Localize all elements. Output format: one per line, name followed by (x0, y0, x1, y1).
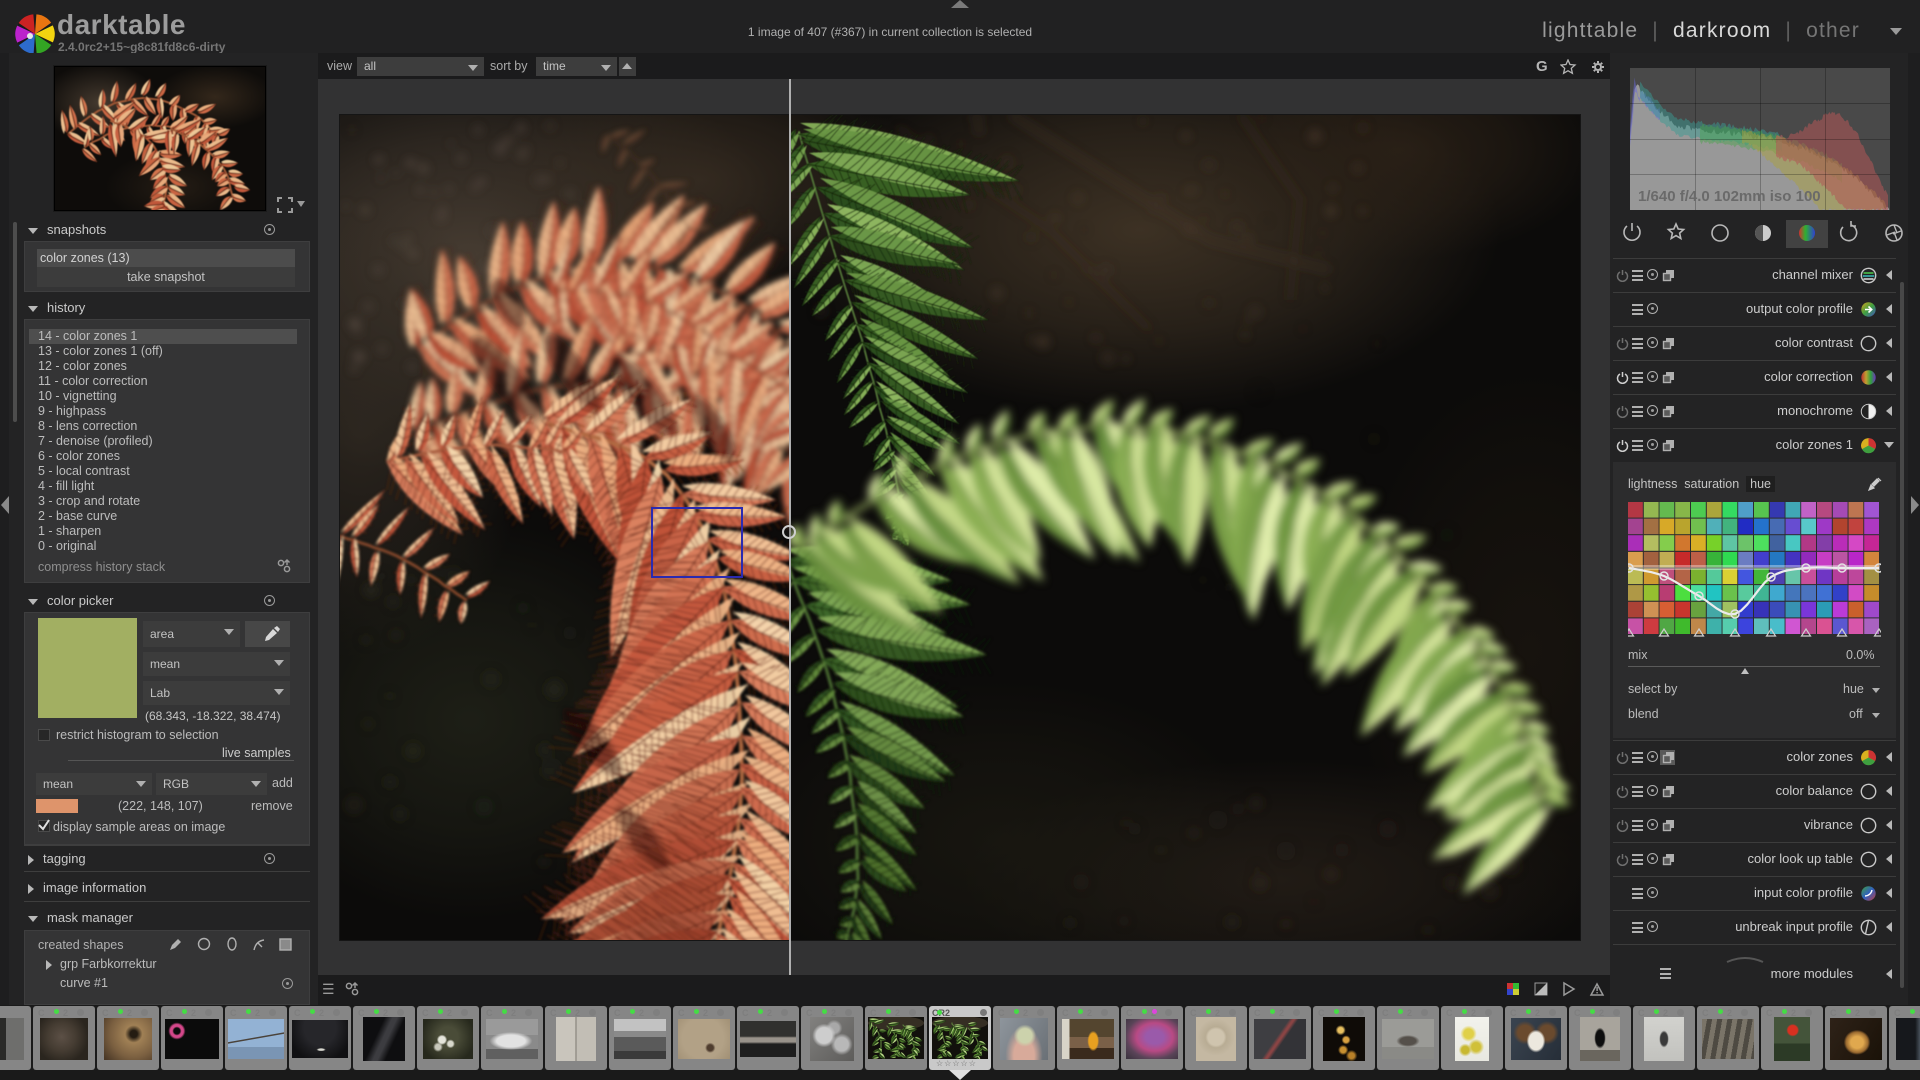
svg-text:1/640 f/4.0 102mm iso 100: 1/640 f/4.0 102mm iso 100 (1638, 188, 1821, 205)
